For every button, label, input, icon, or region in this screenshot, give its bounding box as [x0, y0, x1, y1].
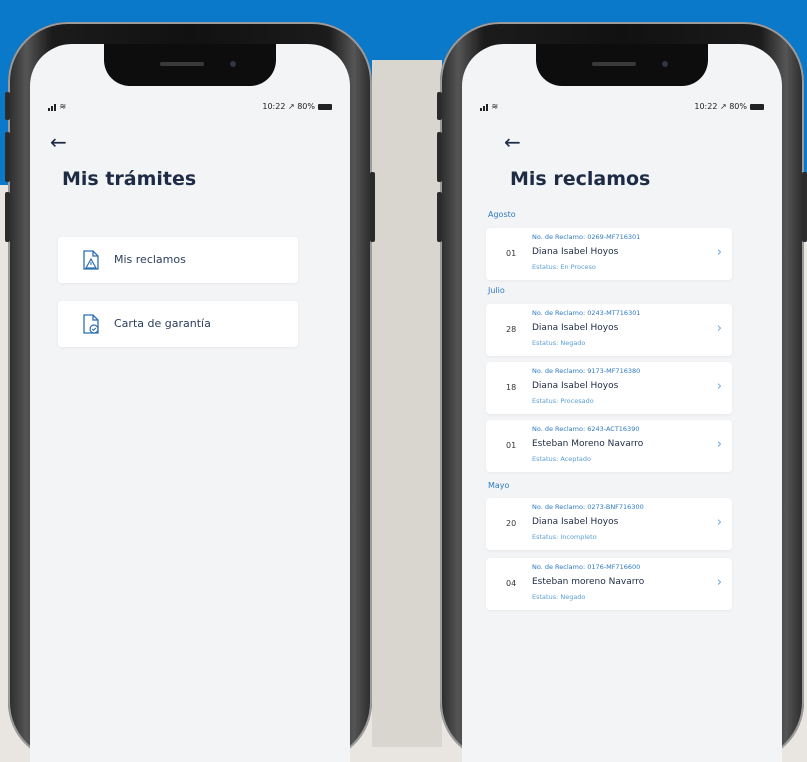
- claim-name: Esteban Moreno Navarro: [532, 439, 644, 449]
- claim-card[interactable]: 18 No. de Reclamo: 9173-MF716380 Diana I…: [486, 362, 732, 414]
- claim-day: 20: [506, 519, 517, 528]
- claim-number: No. de Reclamo: 0269-MF716301: [532, 233, 641, 241]
- chevron-right-icon: ›: [716, 321, 722, 336]
- volume-down-button: [437, 192, 442, 242]
- claim-name: Diana Isabel Hoyos: [532, 323, 619, 333]
- battery-level: 80%: [297, 102, 315, 111]
- document-warning-icon: [83, 250, 99, 270]
- claim-card[interactable]: 28 No. de Reclamo: 0243-MT716301 Diana I…: [486, 304, 732, 356]
- month-header-julio: Julio: [488, 286, 505, 295]
- phone-right: ≋ 10:22 ↗ 80% ← Mis reclamos Agosto 01 N…: [437, 22, 807, 762]
- claim-number: No. de Reclamo: 0176-MF716600: [532, 563, 641, 571]
- claim-card[interactable]: 20 No. de Reclamo: 0273-BNF716300 Diana …: [486, 498, 732, 550]
- claim-status: Estatus: Negado: [532, 339, 586, 347]
- claim-number: No. de Reclamo: 6243-ACT16390: [532, 425, 640, 433]
- claim-status: Estatus: Incompleto: [532, 533, 597, 541]
- status-right: 10:22 ↗ 80%: [262, 102, 332, 111]
- claim-name: Diana Isabel Hoyos: [532, 247, 619, 257]
- back-arrow-icon[interactable]: ←: [504, 132, 521, 152]
- claim-day: 28: [506, 325, 517, 334]
- chevron-right-icon: ›: [716, 379, 722, 394]
- menu-item-mis-reclamos[interactable]: Mis reclamos: [58, 237, 298, 283]
- claim-day: 01: [506, 249, 517, 258]
- claim-number: No. de Reclamo: 0273-BNF716300: [532, 503, 644, 511]
- background-shadow-strip: [372, 60, 442, 747]
- wifi-icon: ≋: [59, 102, 67, 111]
- menu-item-label: Mis reclamos: [114, 253, 186, 266]
- chevron-right-icon: ›: [716, 245, 722, 260]
- claim-status: Estatus: Procesado: [532, 397, 594, 405]
- claim-name: Diana Isabel Hoyos: [532, 381, 619, 391]
- menu-item-carta-de-garantia[interactable]: Carta de garantía: [58, 301, 298, 347]
- status-right: 10:22 ↗ 80%: [694, 102, 764, 111]
- volume-up-button: [5, 132, 10, 182]
- clock: 10:22: [262, 102, 286, 111]
- chevron-right-icon: ›: [716, 575, 722, 590]
- month-header-mayo: Mayo: [488, 481, 510, 490]
- power-button: [370, 172, 375, 242]
- screen-mis-tramites: ≋ 10:22 ↗ 80% ← Mis trámites Mis reclamo…: [30, 44, 350, 762]
- status-bar: ≋ 10:22 ↗ 80%: [30, 100, 350, 114]
- back-arrow-icon[interactable]: ←: [50, 132, 67, 152]
- power-button: [802, 172, 807, 242]
- location-icon: ↗: [719, 102, 727, 111]
- mute-switch: [5, 92, 10, 120]
- claim-card[interactable]: 04 No. de Reclamo: 0176-MF716600 Esteban…: [486, 558, 732, 610]
- claim-day: 01: [506, 441, 517, 450]
- menu-item-label: Carta de garantía: [114, 317, 211, 330]
- wifi-icon: ≋: [491, 102, 499, 111]
- claim-status: Estatus: En Proceso: [532, 263, 596, 271]
- claim-day: 18: [506, 383, 517, 392]
- claim-name: Esteban moreno Navarro: [532, 577, 645, 587]
- location-icon: ↗: [287, 102, 295, 111]
- claim-card[interactable]: 01 No. de Reclamo: 0269-MF716301 Diana I…: [486, 228, 732, 280]
- claim-status: Estatus: Aceptado: [532, 455, 592, 463]
- status-bar: ≋ 10:22 ↗ 80%: [462, 100, 782, 114]
- phone-left: ≋ 10:22 ↗ 80% ← Mis trámites Mis reclamo…: [5, 22, 375, 762]
- notch: [104, 44, 276, 86]
- screen-mis-reclamos: ≋ 10:22 ↗ 80% ← Mis reclamos Agosto 01 N…: [462, 44, 782, 762]
- month-header-agosto: Agosto: [488, 210, 516, 219]
- battery-icon: [318, 103, 332, 110]
- battery-level: 80%: [729, 102, 747, 111]
- chevron-right-icon: ›: [716, 515, 722, 530]
- chevron-right-icon: ›: [716, 437, 722, 452]
- page-title: Mis trámites: [62, 168, 197, 190]
- document-check-icon: [83, 314, 99, 334]
- claim-day: 04: [506, 579, 517, 588]
- volume-up-button: [437, 132, 442, 182]
- claim-number: No. de Reclamo: 0243-MT716301: [532, 309, 641, 317]
- battery-icon: [750, 103, 764, 110]
- page-title: Mis reclamos: [510, 168, 651, 190]
- claim-card[interactable]: 01 No. de Reclamo: 6243-ACT16390 Esteban…: [486, 420, 732, 472]
- volume-down-button: [5, 192, 10, 242]
- notch: [536, 44, 708, 86]
- signal-icon: ≋: [48, 102, 66, 111]
- signal-icon: ≋: [480, 102, 498, 111]
- mute-switch: [437, 92, 442, 120]
- clock: 10:22: [694, 102, 718, 111]
- claim-name: Diana Isabel Hoyos: [532, 517, 619, 527]
- claim-status: Estatus: Negado: [532, 593, 586, 601]
- claim-number: No. de Reclamo: 9173-MF716380: [532, 367, 641, 375]
